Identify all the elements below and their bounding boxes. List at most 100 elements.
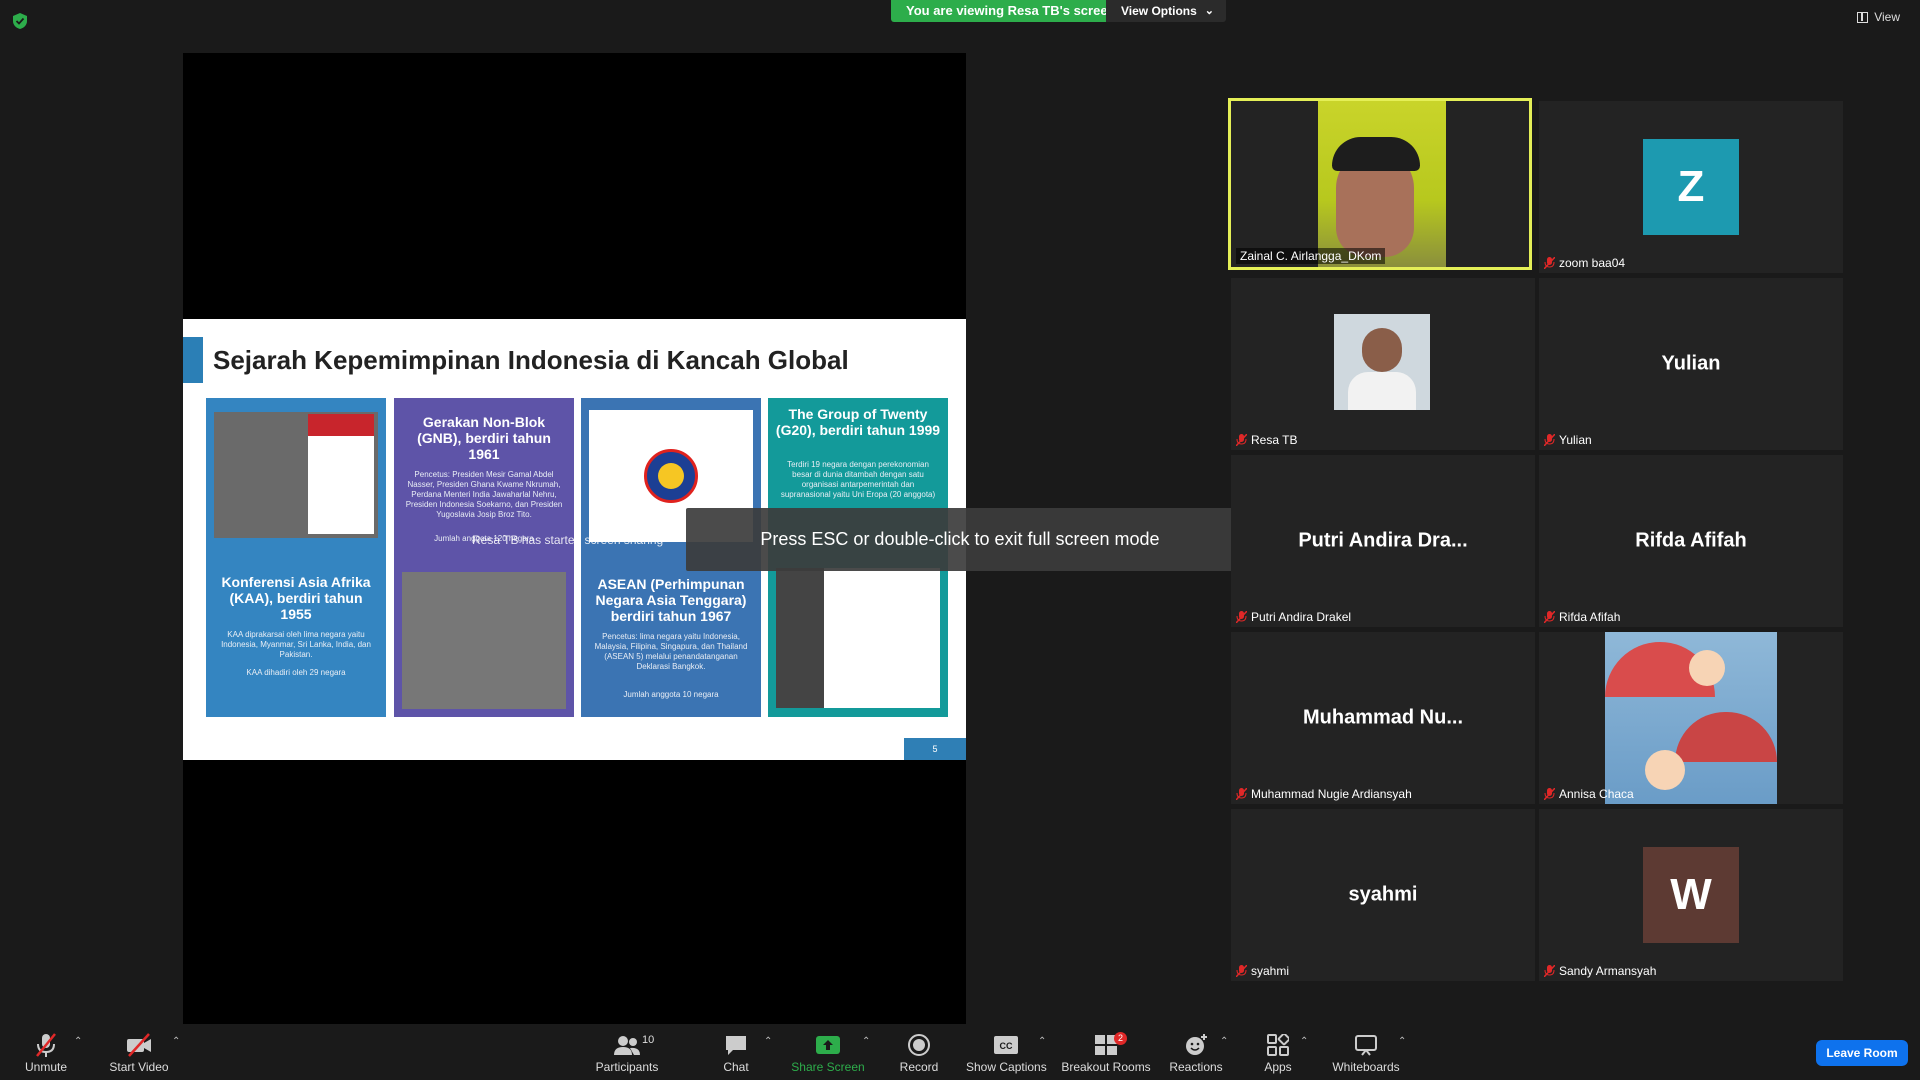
reactions-options-caret[interactable]: ⌃ <box>1220 1036 1228 1047</box>
breakout-badge: 2 <box>1114 1032 1128 1045</box>
viewing-screen-indicator: You are viewing Resa TB's screen <box>891 0 1131 22</box>
slide-card-gnb: Gerakan Non-Blok (GNB), berdiri tahun 19… <box>394 398 574 717</box>
show-captions-button[interactable]: CC Show Captions <box>966 1032 1047 1074</box>
leave-room-button[interactable]: Leave Room <box>1816 1040 1908 1066</box>
mic-muted-icon <box>1544 434 1555 446</box>
profile-shirt <box>1348 372 1416 410</box>
mic-muted-icon <box>1544 788 1555 800</box>
slide-title: Sejarah Kepemimpinan Indonesia di Kancah… <box>213 345 849 375</box>
participant-name: Yulian <box>1559 433 1592 447</box>
slide-title-accent <box>183 337 203 383</box>
whiteboards-button[interactable]: Whiteboards <box>1330 1032 1402 1074</box>
mic-muted-icon <box>1236 965 1247 977</box>
card-heading: Konferensi Asia Afrika (KAA), berdiri ta… <box>221 574 371 622</box>
reactions-label: Reactions <box>1169 1060 1223 1074</box>
avatar: W <box>1643 847 1739 943</box>
chat-options-caret[interactable]: ⌃ <box>764 1036 772 1047</box>
card-footer: KAA dihadiri oleh 29 negara <box>246 668 346 677</box>
record-label: Record <box>899 1060 939 1074</box>
video-off-icon <box>127 1033 151 1057</box>
start-video-button[interactable]: Start Video <box>106 1032 172 1074</box>
chat-label: Chat <box>723 1060 749 1074</box>
apps-label: Apps <box>1264 1060 1292 1074</box>
participants-button[interactable]: 10 Participants <box>594 1032 660 1074</box>
reactions-button[interactable]: Reactions <box>1168 1032 1224 1074</box>
video-tile-syahmi[interactable]: syahmi syahmi <box>1231 809 1535 981</box>
participant-label: Rifda Afifah <box>1544 610 1620 624</box>
g20-flags-image <box>776 568 940 708</box>
slide-card-kaa: Konferensi Asia Afrika (KAA), berdiri ta… <box>206 398 386 717</box>
view-options-label: View Options <box>1121 4 1197 18</box>
gnb-photo <box>402 572 566 709</box>
layout-icon <box>1857 11 1869 23</box>
video-tile-zainal[interactable]: Zainal C. Airlangga_DKom <box>1228 98 1532 270</box>
g20-person-photo <box>776 568 824 708</box>
participant-label: zoom baa04 <box>1544 256 1625 270</box>
chat-icon <box>726 1036 746 1055</box>
unmute-button[interactable]: Unmute <box>20 1032 72 1074</box>
unmute-label: Unmute <box>24 1060 68 1074</box>
participant-name: Muhammad Nugie Ardiansyah <box>1251 787 1412 801</box>
captions-icon: CC <box>994 1036 1018 1054</box>
participant-label: Annisa Chaca <box>1544 787 1634 801</box>
video-tile-sandy[interactable]: W Sandy Armansyah <box>1539 809 1843 981</box>
participant-display-name: Muhammad Nu... <box>1302 706 1463 729</box>
share-screen-button[interactable]: Share Screen <box>790 1032 866 1074</box>
video-tile-rifda[interactable]: Rifda Afifah Rifda Afifah <box>1539 455 1843 627</box>
mic-muted-icon <box>1544 611 1555 623</box>
card-body: Pencetus: lima negara yaitu Indonesia, M… <box>594 632 748 671</box>
slide-page-number: 5 <box>904 738 966 760</box>
cartoon-face-top <box>1689 650 1725 686</box>
participant-display-name: Yulian <box>1661 352 1721 375</box>
apps-options-caret[interactable]: ⌃ <box>1300 1036 1308 1047</box>
video-tile-zoom-baa04[interactable]: Z zoom baa04 <box>1539 101 1843 273</box>
participant-label: Resa TB <box>1236 433 1297 447</box>
show-captions-label: Show Captions <box>966 1060 1047 1074</box>
card-heading: ASEAN (Perhimpunan Negara Asia Tenggara)… <box>595 576 747 624</box>
kaa-book-cover <box>308 414 374 534</box>
profile-picture-cartoon <box>1605 632 1777 804</box>
security-shield-icon[interactable] <box>12 12 28 30</box>
apps-icon <box>1267 1034 1289 1056</box>
view-options-button[interactable]: View Options ⌄ <box>1106 0 1226 22</box>
mic-muted-icon <box>1236 788 1247 800</box>
participant-label: Sandy Armansyah <box>1544 964 1656 978</box>
video-tile-yulian[interactable]: Yulian Yulian <box>1539 278 1843 450</box>
record-icon <box>908 1034 930 1056</box>
avatar: Z <box>1643 139 1739 235</box>
mic-muted-icon <box>1236 611 1247 623</box>
cartoon-face-bottom <box>1645 750 1685 790</box>
card-body: Pencetus: Presiden Mesir Gamal Abdel Nas… <box>405 470 563 519</box>
share-options-caret[interactable]: ⌃ <box>862 1036 870 1047</box>
video-tile-annisa[interactable]: Annisa Chaca <box>1539 632 1843 804</box>
chat-button[interactable]: Chat <box>716 1032 756 1074</box>
participant-name: Annisa Chaca <box>1559 787 1634 801</box>
participant-display-name: syahmi <box>1348 883 1418 906</box>
participant-name: Resa TB <box>1251 433 1298 447</box>
asean-emblem-center <box>658 463 684 489</box>
participant-label: Yulian <box>1544 433 1592 447</box>
record-button[interactable]: Record <box>896 1032 942 1074</box>
captions-options-caret[interactable]: ⌃ <box>1038 1036 1046 1047</box>
card-body: KAA diprakarsai oleh lima negara yaitu I… <box>221 630 371 659</box>
breakout-rooms-button[interactable]: 2 Breakout Rooms <box>1060 1032 1152 1074</box>
exit-fullscreen-toast: Press ESC or double-click to exit full s… <box>686 508 1234 571</box>
whiteboards-options-caret[interactable]: ⌃ <box>1398 1036 1406 1047</box>
video-tile-resa-tb[interactable]: Resa TB <box>1231 278 1535 450</box>
participant-label: syahmi <box>1236 964 1289 978</box>
view-button[interactable]: View <box>1857 10 1900 24</box>
video-tile-muhammad[interactable]: Muhammad Nu... Muhammad Nugie Ardiansyah <box>1231 632 1535 804</box>
audio-options-caret[interactable]: ⌃ <box>74 1036 82 1047</box>
participant-label: Muhammad Nugie Ardiansyah <box>1236 787 1412 801</box>
participant-name: Sandy Armansyah <box>1559 964 1657 978</box>
whiteboards-label: Whiteboards <box>1332 1060 1400 1074</box>
participants-count: 10 <box>642 1034 655 1046</box>
profile-face <box>1362 328 1402 372</box>
asean-emblem <box>644 449 698 503</box>
card-heading: The Group of Twenty (G20), berdiri tahun… <box>775 406 941 438</box>
participant-name: Putri Andira Drakel <box>1251 610 1352 624</box>
start-video-label: Start Video <box>109 1060 169 1074</box>
video-options-caret[interactable]: ⌃ <box>172 1036 180 1047</box>
video-tile-putri[interactable]: Putri Andira Dra... Putri Andira Drakel <box>1231 455 1535 627</box>
apps-button[interactable]: Apps <box>1262 1032 1294 1074</box>
